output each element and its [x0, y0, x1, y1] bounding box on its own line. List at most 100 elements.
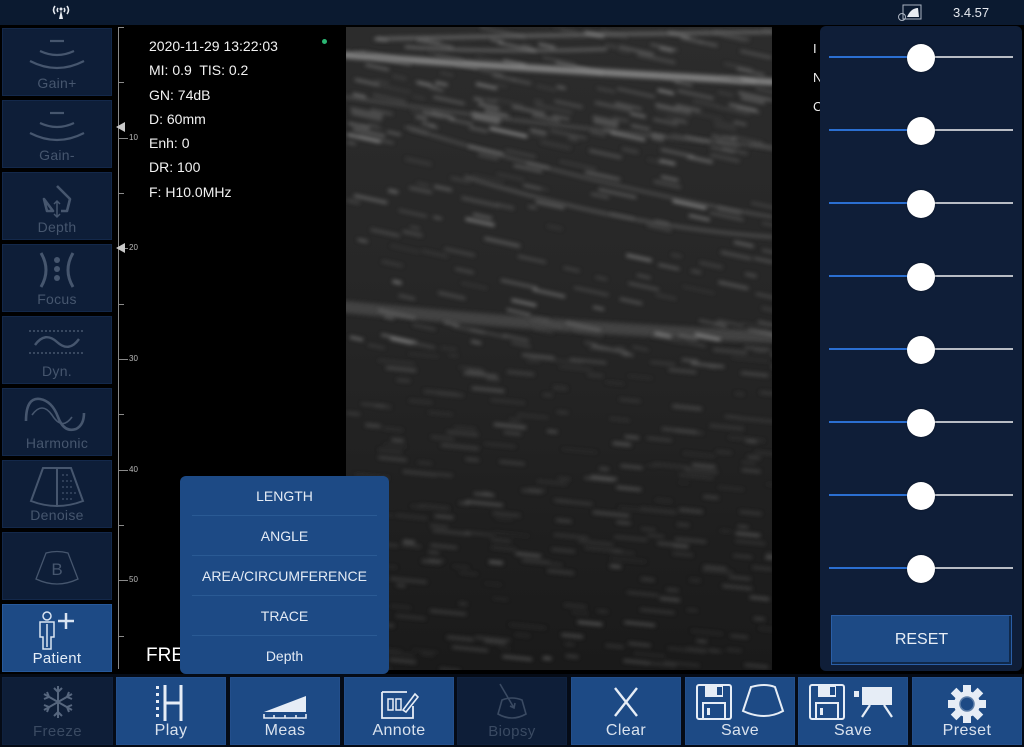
ultrasound-app: 3.4.57 Gain+ Gain- Depth Focus Dyn. Harmonic D… [0, 0, 1024, 747]
snowflake-icon [43, 686, 72, 718]
button-label: Dyn. [42, 363, 72, 379]
biopsy-button[interactable]: Biopsy [457, 677, 567, 745]
patient-add-icon [39, 611, 74, 650]
clear-button[interactable]: Clear [571, 677, 681, 745]
ultrasound-image[interactable] [346, 27, 772, 670]
datetime: 2020-11-29 13:22:03 [149, 38, 278, 54]
dynamic-range-icon [29, 330, 85, 354]
menu-item-angle[interactable]: ANGLE [192, 516, 377, 556]
left-toolbar-focus-button[interactable]: Focus [2, 244, 112, 312]
slider-knob[interactable] [907, 336, 935, 364]
ultrasound-texture [346, 27, 772, 670]
ruler-minor-tick [118, 304, 124, 305]
button-label: Save [720, 722, 760, 739]
reset-button[interactable]: RESET [831, 615, 1012, 665]
menu-item-area-circumference[interactable]: AREA/CIRCUMFERENCE [192, 556, 377, 596]
ruler-label: 10 [129, 133, 138, 142]
button-label: Annote [372, 722, 426, 739]
left-toolbar-b-mode-button[interactable]: B [2, 532, 112, 600]
slider-knob[interactable] [907, 117, 935, 145]
play-button[interactable]: Play [116, 677, 226, 745]
depth-ruler: 10 20 30 40 50 [116, 27, 146, 669]
mi-tis-readout: MI: 0.9 TIS: 0.2 [149, 62, 249, 79]
status-dot [322, 39, 327, 44]
left-toolbar-dyn-button[interactable]: Dyn. [2, 316, 112, 384]
slider-knob[interactable] [907, 44, 935, 72]
ruler-label: 30 [129, 354, 138, 363]
menu-item-length[interactable]: LENGTH [192, 476, 377, 516]
button-label: Denoise [30, 507, 84, 523]
slider-knob[interactable] [907, 263, 935, 291]
focus-marker-icon[interactable] [116, 122, 125, 132]
svg-text:B: B [51, 560, 62, 579]
ruler-label: 50 [129, 575, 138, 584]
ruler-minor-tick [118, 82, 124, 83]
app-version: 3.4.57 [953, 5, 990, 20]
freeze-button[interactable]: Freeze [2, 677, 113, 745]
ruler-minor-tick [118, 636, 124, 637]
annote-button[interactable]: Annote [344, 677, 454, 745]
focus-marker-icon[interactable] [116, 243, 125, 253]
depth-readout: D: 60mm [149, 110, 206, 127]
ruler-label: 40 [129, 465, 138, 474]
gear-icon [948, 685, 986, 723]
button-label: Freeze [32, 723, 83, 740]
gain-readout: GN: 74dB [149, 86, 211, 103]
ruler-major-tick [118, 470, 128, 471]
button-label: Meas [264, 722, 306, 739]
button-label: Depth [37, 219, 77, 235]
ruler-major-tick [118, 359, 128, 360]
button-label: Clear [605, 722, 647, 739]
harmonic-wave-icon [24, 397, 86, 432]
enhance-readout: Enh: 0 [149, 135, 190, 152]
denoise-icon [29, 467, 85, 507]
left-toolbar-harmonic-button[interactable]: Harmonic [2, 388, 112, 456]
ruler-major-tick [118, 138, 128, 139]
ruler-minor-tick [118, 525, 124, 526]
adjust-slider-2[interactable] [829, 117, 1013, 145]
menu-item-trace[interactable]: TRACE [192, 596, 377, 636]
depth-icon [42, 185, 72, 219]
adjust-slider-6[interactable] [829, 409, 1013, 437]
button-label: Harmonic [25, 435, 89, 451]
adjust-slider-3[interactable] [829, 190, 1013, 218]
ruler-minor-tick [118, 193, 124, 194]
save-video-button[interactable]: Save [798, 677, 908, 745]
image-info-overlay: 2020-11-29 13:22:03 MI: 0.9 TIS: 0.2 GN:… [149, 34, 278, 204]
save-image-icon [696, 684, 785, 720]
left-toolbar-depth-button[interactable]: Depth [2, 172, 112, 240]
preset-button[interactable]: Preset [912, 677, 1022, 745]
gain-plus-icon [29, 39, 85, 70]
probe-status-icon [898, 4, 922, 21]
measure-ruler-icon [263, 696, 307, 719]
menu-item-depth[interactable]: Depth [192, 636, 377, 674]
left-toolbar-gain-plus-button[interactable]: Gain+ [2, 28, 112, 96]
adjust-slider-4[interactable] [829, 263, 1013, 291]
slider-knob[interactable] [907, 409, 935, 437]
save-image-button[interactable]: Save [685, 677, 795, 745]
slider-knob[interactable] [907, 555, 935, 583]
dynamic-range-readout: DR: 100 [149, 159, 201, 176]
save-video-icon [809, 684, 893, 720]
gain-minus-icon [29, 111, 85, 142]
slider-knob[interactable] [907, 482, 935, 510]
ruler-major-tick [118, 580, 128, 581]
adjust-slider-8[interactable] [829, 555, 1013, 583]
button-label: Focus [37, 291, 77, 307]
slider-knob[interactable] [907, 190, 935, 218]
ruler-label: 20 [129, 243, 138, 252]
adjust-slider-7[interactable] [829, 482, 1013, 510]
biopsy-needle-icon [497, 683, 527, 719]
button-label: Preset [942, 722, 992, 739]
left-toolbar-gain-plus-button[interactable]: Gain- [2, 100, 112, 168]
left-toolbar-denoise-button[interactable]: Denoise [2, 460, 112, 528]
adjust-slider-1[interactable] [829, 44, 1013, 72]
film-play-icon [156, 685, 183, 721]
button-label: Gain+ [37, 75, 77, 91]
button-label: Save [833, 722, 873, 739]
ruler-minor-tick [118, 414, 124, 415]
adjust-slider-5[interactable] [829, 336, 1013, 364]
status-bar: 3.4.57 [0, 0, 1024, 25]
left-toolbar-patient-button[interactable]: Patient [2, 604, 112, 672]
meas-button[interactable]: Meas [230, 677, 340, 745]
